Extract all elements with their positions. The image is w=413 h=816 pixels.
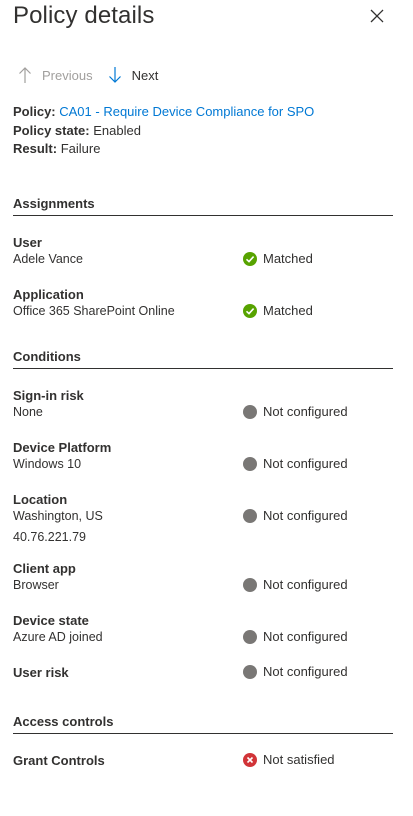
gray-circle-icon xyxy=(243,629,257,644)
check-circle-icon xyxy=(243,251,257,266)
user-risk-status: Not configured xyxy=(243,664,348,679)
grant-controls-status-text: Not satisfied xyxy=(263,752,335,767)
gray-circle-icon xyxy=(243,456,257,471)
grant-controls-label: Grant Controls xyxy=(13,753,105,768)
result-value: Failure xyxy=(60,141,101,156)
device-platform-row: Device Platform Windows 10 Not configure… xyxy=(13,439,393,473)
policy-state-value: Enabled xyxy=(93,122,141,138)
client-app-status-text: Not configured xyxy=(263,577,348,592)
policy-details-panel: Policy details Previous Next Policy: CA0… xyxy=(0,0,413,816)
client-app-label: Client app xyxy=(13,561,76,576)
device-platform-status-text: Not configured xyxy=(263,456,348,471)
next-button[interactable]: Next xyxy=(103,63,163,87)
application-status-text: Matched xyxy=(263,303,313,318)
application-value: Office 365 SharePoint Online xyxy=(13,304,175,318)
access-controls-heading: Access controls xyxy=(13,714,393,734)
client-app-row: Client app Browser Not configured xyxy=(13,560,393,594)
gray-circle-icon xyxy=(243,508,257,523)
application-row: Application Office 365 SharePoint Online… xyxy=(13,286,393,320)
policy-state-label: Policy state: xyxy=(13,122,90,138)
application-status: Matched xyxy=(243,303,313,318)
check-circle-icon xyxy=(243,303,257,318)
user-label: User xyxy=(13,235,42,250)
location-ip-value: 40.76.221.79 xyxy=(13,530,86,544)
policy-line: Policy: CA01 - Require Device Compliance… xyxy=(13,103,314,122)
previous-button[interactable]: Previous xyxy=(13,63,97,87)
grant-controls-row: Grant Controls Not satisfied xyxy=(13,752,393,769)
device-state-status: Not configured xyxy=(243,629,348,644)
result-line: Result: Failure xyxy=(13,140,314,159)
device-state-row: Device state Azure AD joined Not configu… xyxy=(13,612,393,646)
signin-risk-status: Not configured xyxy=(243,404,348,419)
user-value: Adele Vance xyxy=(13,252,83,266)
policy-link[interactable]: CA01 - Require Device Compliance for SPO xyxy=(59,104,314,119)
location-status-text: Not configured xyxy=(263,508,348,523)
device-state-label: Device state xyxy=(13,613,89,628)
signin-risk-label: Sign-in risk xyxy=(13,388,84,403)
record-navigation: Previous Next xyxy=(13,62,162,88)
user-row: User Adele Vance Matched xyxy=(13,234,393,268)
user-status-text: Matched xyxy=(263,251,313,266)
application-label: Application xyxy=(13,287,84,302)
user-status: Matched xyxy=(243,251,313,266)
policy-state-line: Policy state: Enabled xyxy=(13,122,314,141)
gray-circle-icon xyxy=(243,577,257,592)
panel-title: Policy details xyxy=(13,2,155,29)
device-state-status-text: Not configured xyxy=(263,629,348,644)
client-app-status: Not configured xyxy=(243,577,348,592)
user-risk-row: User risk Not configured xyxy=(13,664,393,681)
policy-summary: Policy: CA01 - Require Device Compliance… xyxy=(13,103,314,159)
signin-risk-row: Sign-in risk None Not configured xyxy=(13,387,393,421)
assignments-heading: Assignments xyxy=(13,196,393,216)
signin-risk-status-text: Not configured xyxy=(263,404,348,419)
device-platform-label: Device Platform xyxy=(13,440,112,455)
location-status: Not configured xyxy=(243,508,348,523)
grant-controls-status: Not satisfied xyxy=(243,752,335,767)
result-label: Result: xyxy=(13,141,58,156)
previous-label: Previous xyxy=(42,67,93,83)
conditions-heading: Conditions xyxy=(13,349,393,369)
close-icon[interactable] xyxy=(366,5,388,27)
location-row: Location Washington, US 40.76.221.79 Not… xyxy=(13,491,393,546)
user-risk-status-text: Not configured xyxy=(263,664,348,679)
next-label: Next xyxy=(131,67,159,83)
policy-label: Policy: xyxy=(13,104,56,119)
error-circle-icon xyxy=(243,752,257,767)
gray-circle-icon xyxy=(243,664,257,679)
device-platform-status: Not configured xyxy=(243,456,348,471)
gray-circle-icon xyxy=(243,404,257,419)
arrow-down-icon xyxy=(107,65,123,85)
location-label: Location xyxy=(13,492,68,507)
arrow-up-icon xyxy=(17,65,33,85)
